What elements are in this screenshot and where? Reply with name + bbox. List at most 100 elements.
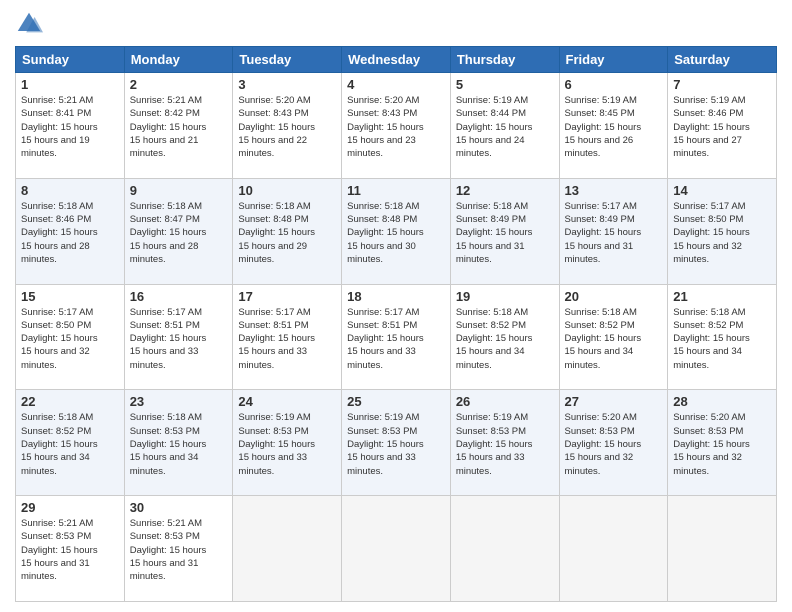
- calendar-cell: [668, 496, 777, 602]
- day-detail: Sunrise: 5:20 AMSunset: 8:43 PMDaylight:…: [347, 95, 424, 159]
- day-number: 7: [673, 77, 771, 92]
- calendar-cell: 9 Sunrise: 5:18 AMSunset: 8:47 PMDayligh…: [124, 178, 233, 284]
- calendar-cell: 23 Sunrise: 5:18 AMSunset: 8:53 PMDaylig…: [124, 390, 233, 496]
- day-detail: Sunrise: 5:18 AMSunset: 8:49 PMDaylight:…: [456, 201, 533, 265]
- calendar-cell: 7 Sunrise: 5:19 AMSunset: 8:46 PMDayligh…: [668, 73, 777, 179]
- day-detail: Sunrise: 5:21 AMSunset: 8:53 PMDaylight:…: [21, 518, 98, 582]
- day-number: 14: [673, 183, 771, 198]
- day-number: 2: [130, 77, 228, 92]
- calendar-cell: 6 Sunrise: 5:19 AMSunset: 8:45 PMDayligh…: [559, 73, 668, 179]
- day-detail: Sunrise: 5:18 AMSunset: 8:46 PMDaylight:…: [21, 201, 98, 265]
- calendar-week-row: 29 Sunrise: 5:21 AMSunset: 8:53 PMDaylig…: [16, 496, 777, 602]
- calendar-cell: 24 Sunrise: 5:19 AMSunset: 8:53 PMDaylig…: [233, 390, 342, 496]
- calendar-cell: 2 Sunrise: 5:21 AMSunset: 8:42 PMDayligh…: [124, 73, 233, 179]
- calendar-cell: 8 Sunrise: 5:18 AMSunset: 8:46 PMDayligh…: [16, 178, 125, 284]
- calendar-cell: 16 Sunrise: 5:17 AMSunset: 8:51 PMDaylig…: [124, 284, 233, 390]
- day-detail: Sunrise: 5:20 AMSunset: 8:53 PMDaylight:…: [673, 412, 750, 476]
- calendar-cell: [559, 496, 668, 602]
- day-number: 29: [21, 500, 119, 515]
- calendar-cell: 13 Sunrise: 5:17 AMSunset: 8:49 PMDaylig…: [559, 178, 668, 284]
- day-number: 3: [238, 77, 336, 92]
- day-number: 4: [347, 77, 445, 92]
- calendar-cell: 15 Sunrise: 5:17 AMSunset: 8:50 PMDaylig…: [16, 284, 125, 390]
- day-number: 15: [21, 289, 119, 304]
- day-detail: Sunrise: 5:19 AMSunset: 8:46 PMDaylight:…: [673, 95, 750, 159]
- day-detail: Sunrise: 5:18 AMSunset: 8:52 PMDaylight:…: [21, 412, 98, 476]
- day-number: 18: [347, 289, 445, 304]
- day-detail: Sunrise: 5:18 AMSunset: 8:53 PMDaylight:…: [130, 412, 207, 476]
- day-number: 17: [238, 289, 336, 304]
- calendar-week-row: 22 Sunrise: 5:18 AMSunset: 8:52 PMDaylig…: [16, 390, 777, 496]
- calendar-cell: 28 Sunrise: 5:20 AMSunset: 8:53 PMDaylig…: [668, 390, 777, 496]
- day-number: 25: [347, 394, 445, 409]
- day-number: 12: [456, 183, 554, 198]
- day-detail: Sunrise: 5:19 AMSunset: 8:45 PMDaylight:…: [565, 95, 642, 159]
- day-detail: Sunrise: 5:17 AMSunset: 8:51 PMDaylight:…: [130, 307, 207, 371]
- calendar-cell: 12 Sunrise: 5:18 AMSunset: 8:49 PMDaylig…: [450, 178, 559, 284]
- calendar-cell: 25 Sunrise: 5:19 AMSunset: 8:53 PMDaylig…: [342, 390, 451, 496]
- logo-icon: [15, 10, 43, 38]
- day-detail: Sunrise: 5:18 AMSunset: 8:48 PMDaylight:…: [347, 201, 424, 265]
- day-number: 16: [130, 289, 228, 304]
- weekday-header-wednesday: Wednesday: [342, 47, 451, 73]
- day-detail: Sunrise: 5:19 AMSunset: 8:53 PMDaylight:…: [456, 412, 533, 476]
- calendar-cell: 11 Sunrise: 5:18 AMSunset: 8:48 PMDaylig…: [342, 178, 451, 284]
- day-number: 9: [130, 183, 228, 198]
- calendar-cell: 1 Sunrise: 5:21 AMSunset: 8:41 PMDayligh…: [16, 73, 125, 179]
- day-detail: Sunrise: 5:20 AMSunset: 8:43 PMDaylight:…: [238, 95, 315, 159]
- header: [15, 10, 777, 38]
- calendar-cell: 22 Sunrise: 5:18 AMSunset: 8:52 PMDaylig…: [16, 390, 125, 496]
- weekday-header-saturday: Saturday: [668, 47, 777, 73]
- day-detail: Sunrise: 5:21 AMSunset: 8:41 PMDaylight:…: [21, 95, 98, 159]
- day-detail: Sunrise: 5:21 AMSunset: 8:42 PMDaylight:…: [130, 95, 207, 159]
- calendar-cell: 14 Sunrise: 5:17 AMSunset: 8:50 PMDaylig…: [668, 178, 777, 284]
- weekday-header-thursday: Thursday: [450, 47, 559, 73]
- day-detail: Sunrise: 5:18 AMSunset: 8:52 PMDaylight:…: [565, 307, 642, 371]
- calendar-week-row: 8 Sunrise: 5:18 AMSunset: 8:46 PMDayligh…: [16, 178, 777, 284]
- calendar-cell: 26 Sunrise: 5:19 AMSunset: 8:53 PMDaylig…: [450, 390, 559, 496]
- calendar-cell: 18 Sunrise: 5:17 AMSunset: 8:51 PMDaylig…: [342, 284, 451, 390]
- day-number: 23: [130, 394, 228, 409]
- day-number: 10: [238, 183, 336, 198]
- day-number: 26: [456, 394, 554, 409]
- day-detail: Sunrise: 5:17 AMSunset: 8:50 PMDaylight:…: [673, 201, 750, 265]
- day-number: 21: [673, 289, 771, 304]
- calendar-cell: 30 Sunrise: 5:21 AMSunset: 8:53 PMDaylig…: [124, 496, 233, 602]
- calendar-cell: 3 Sunrise: 5:20 AMSunset: 8:43 PMDayligh…: [233, 73, 342, 179]
- calendar-cell: 5 Sunrise: 5:19 AMSunset: 8:44 PMDayligh…: [450, 73, 559, 179]
- calendar-cell: 4 Sunrise: 5:20 AMSunset: 8:43 PMDayligh…: [342, 73, 451, 179]
- day-detail: Sunrise: 5:18 AMSunset: 8:52 PMDaylight:…: [673, 307, 750, 371]
- day-detail: Sunrise: 5:18 AMSunset: 8:52 PMDaylight:…: [456, 307, 533, 371]
- day-number: 20: [565, 289, 663, 304]
- day-detail: Sunrise: 5:18 AMSunset: 8:47 PMDaylight:…: [130, 201, 207, 265]
- calendar-cell: 10 Sunrise: 5:18 AMSunset: 8:48 PMDaylig…: [233, 178, 342, 284]
- calendar-cell: [233, 496, 342, 602]
- day-detail: Sunrise: 5:19 AMSunset: 8:53 PMDaylight:…: [347, 412, 424, 476]
- calendar-cell: [450, 496, 559, 602]
- weekday-header-sunday: Sunday: [16, 47, 125, 73]
- day-number: 27: [565, 394, 663, 409]
- calendar-week-row: 15 Sunrise: 5:17 AMSunset: 8:50 PMDaylig…: [16, 284, 777, 390]
- day-number: 30: [130, 500, 228, 515]
- day-detail: Sunrise: 5:17 AMSunset: 8:49 PMDaylight:…: [565, 201, 642, 265]
- calendar-cell: 19 Sunrise: 5:18 AMSunset: 8:52 PMDaylig…: [450, 284, 559, 390]
- calendar-week-row: 1 Sunrise: 5:21 AMSunset: 8:41 PMDayligh…: [16, 73, 777, 179]
- calendar-cell: [342, 496, 451, 602]
- day-number: 11: [347, 183, 445, 198]
- day-number: 28: [673, 394, 771, 409]
- day-detail: Sunrise: 5:17 AMSunset: 8:50 PMDaylight:…: [21, 307, 98, 371]
- day-number: 5: [456, 77, 554, 92]
- page: SundayMondayTuesdayWednesdayThursdayFrid…: [0, 0, 792, 612]
- calendar-table: SundayMondayTuesdayWednesdayThursdayFrid…: [15, 46, 777, 602]
- day-number: 19: [456, 289, 554, 304]
- calendar-cell: 29 Sunrise: 5:21 AMSunset: 8:53 PMDaylig…: [16, 496, 125, 602]
- day-detail: Sunrise: 5:19 AMSunset: 8:53 PMDaylight:…: [238, 412, 315, 476]
- calendar-cell: 20 Sunrise: 5:18 AMSunset: 8:52 PMDaylig…: [559, 284, 668, 390]
- calendar-cell: 27 Sunrise: 5:20 AMSunset: 8:53 PMDaylig…: [559, 390, 668, 496]
- day-detail: Sunrise: 5:19 AMSunset: 8:44 PMDaylight:…: [456, 95, 533, 159]
- day-detail: Sunrise: 5:20 AMSunset: 8:53 PMDaylight:…: [565, 412, 642, 476]
- calendar-cell: 17 Sunrise: 5:17 AMSunset: 8:51 PMDaylig…: [233, 284, 342, 390]
- day-detail: Sunrise: 5:21 AMSunset: 8:53 PMDaylight:…: [130, 518, 207, 582]
- weekday-header-row: SundayMondayTuesdayWednesdayThursdayFrid…: [16, 47, 777, 73]
- weekday-header-friday: Friday: [559, 47, 668, 73]
